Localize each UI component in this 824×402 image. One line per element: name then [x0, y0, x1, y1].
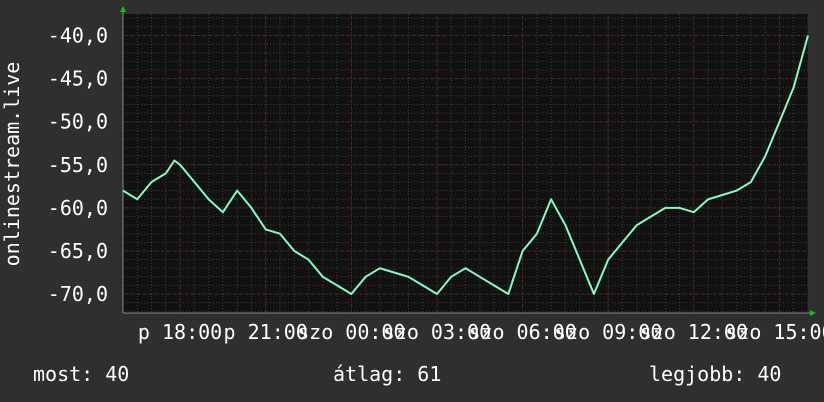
- stat-current: most: 40: [33, 362, 130, 386]
- y-tick-label: -70,0: [48, 282, 108, 306]
- x-tick-label: p 18:00: [138, 320, 222, 344]
- y-tick-label: -45,0: [48, 67, 108, 91]
- y-axis-arrow: [120, 6, 126, 12]
- chart-panel: -40,0 -45,0 -50,0 -55,0 -60,0 -65,0 -70,0 p 18:…: [0, 0, 824, 402]
- stat-best: legjobb: 40: [649, 362, 782, 386]
- y-tick-label: -65,0: [48, 239, 108, 263]
- y-axis-label: onlinestream.live: [0, 62, 24, 267]
- y-tick-label: -50,0: [48, 110, 108, 134]
- stat-average: átlag: 61: [333, 362, 442, 386]
- line-chart: -40,0 -45,0 -50,0 -55,0 -60,0 -65,0 -70,0 p 18:…: [0, 6, 824, 344]
- x-axis-arrow: [810, 310, 816, 316]
- x-tick-label: szo 15:00: [725, 320, 824, 344]
- x-tick-label: p 21:00: [224, 320, 308, 344]
- y-tick-label: -55,0: [48, 153, 108, 177]
- y-tick-label: -60,0: [48, 196, 108, 220]
- y-tick-label: -40,0: [48, 24, 108, 48]
